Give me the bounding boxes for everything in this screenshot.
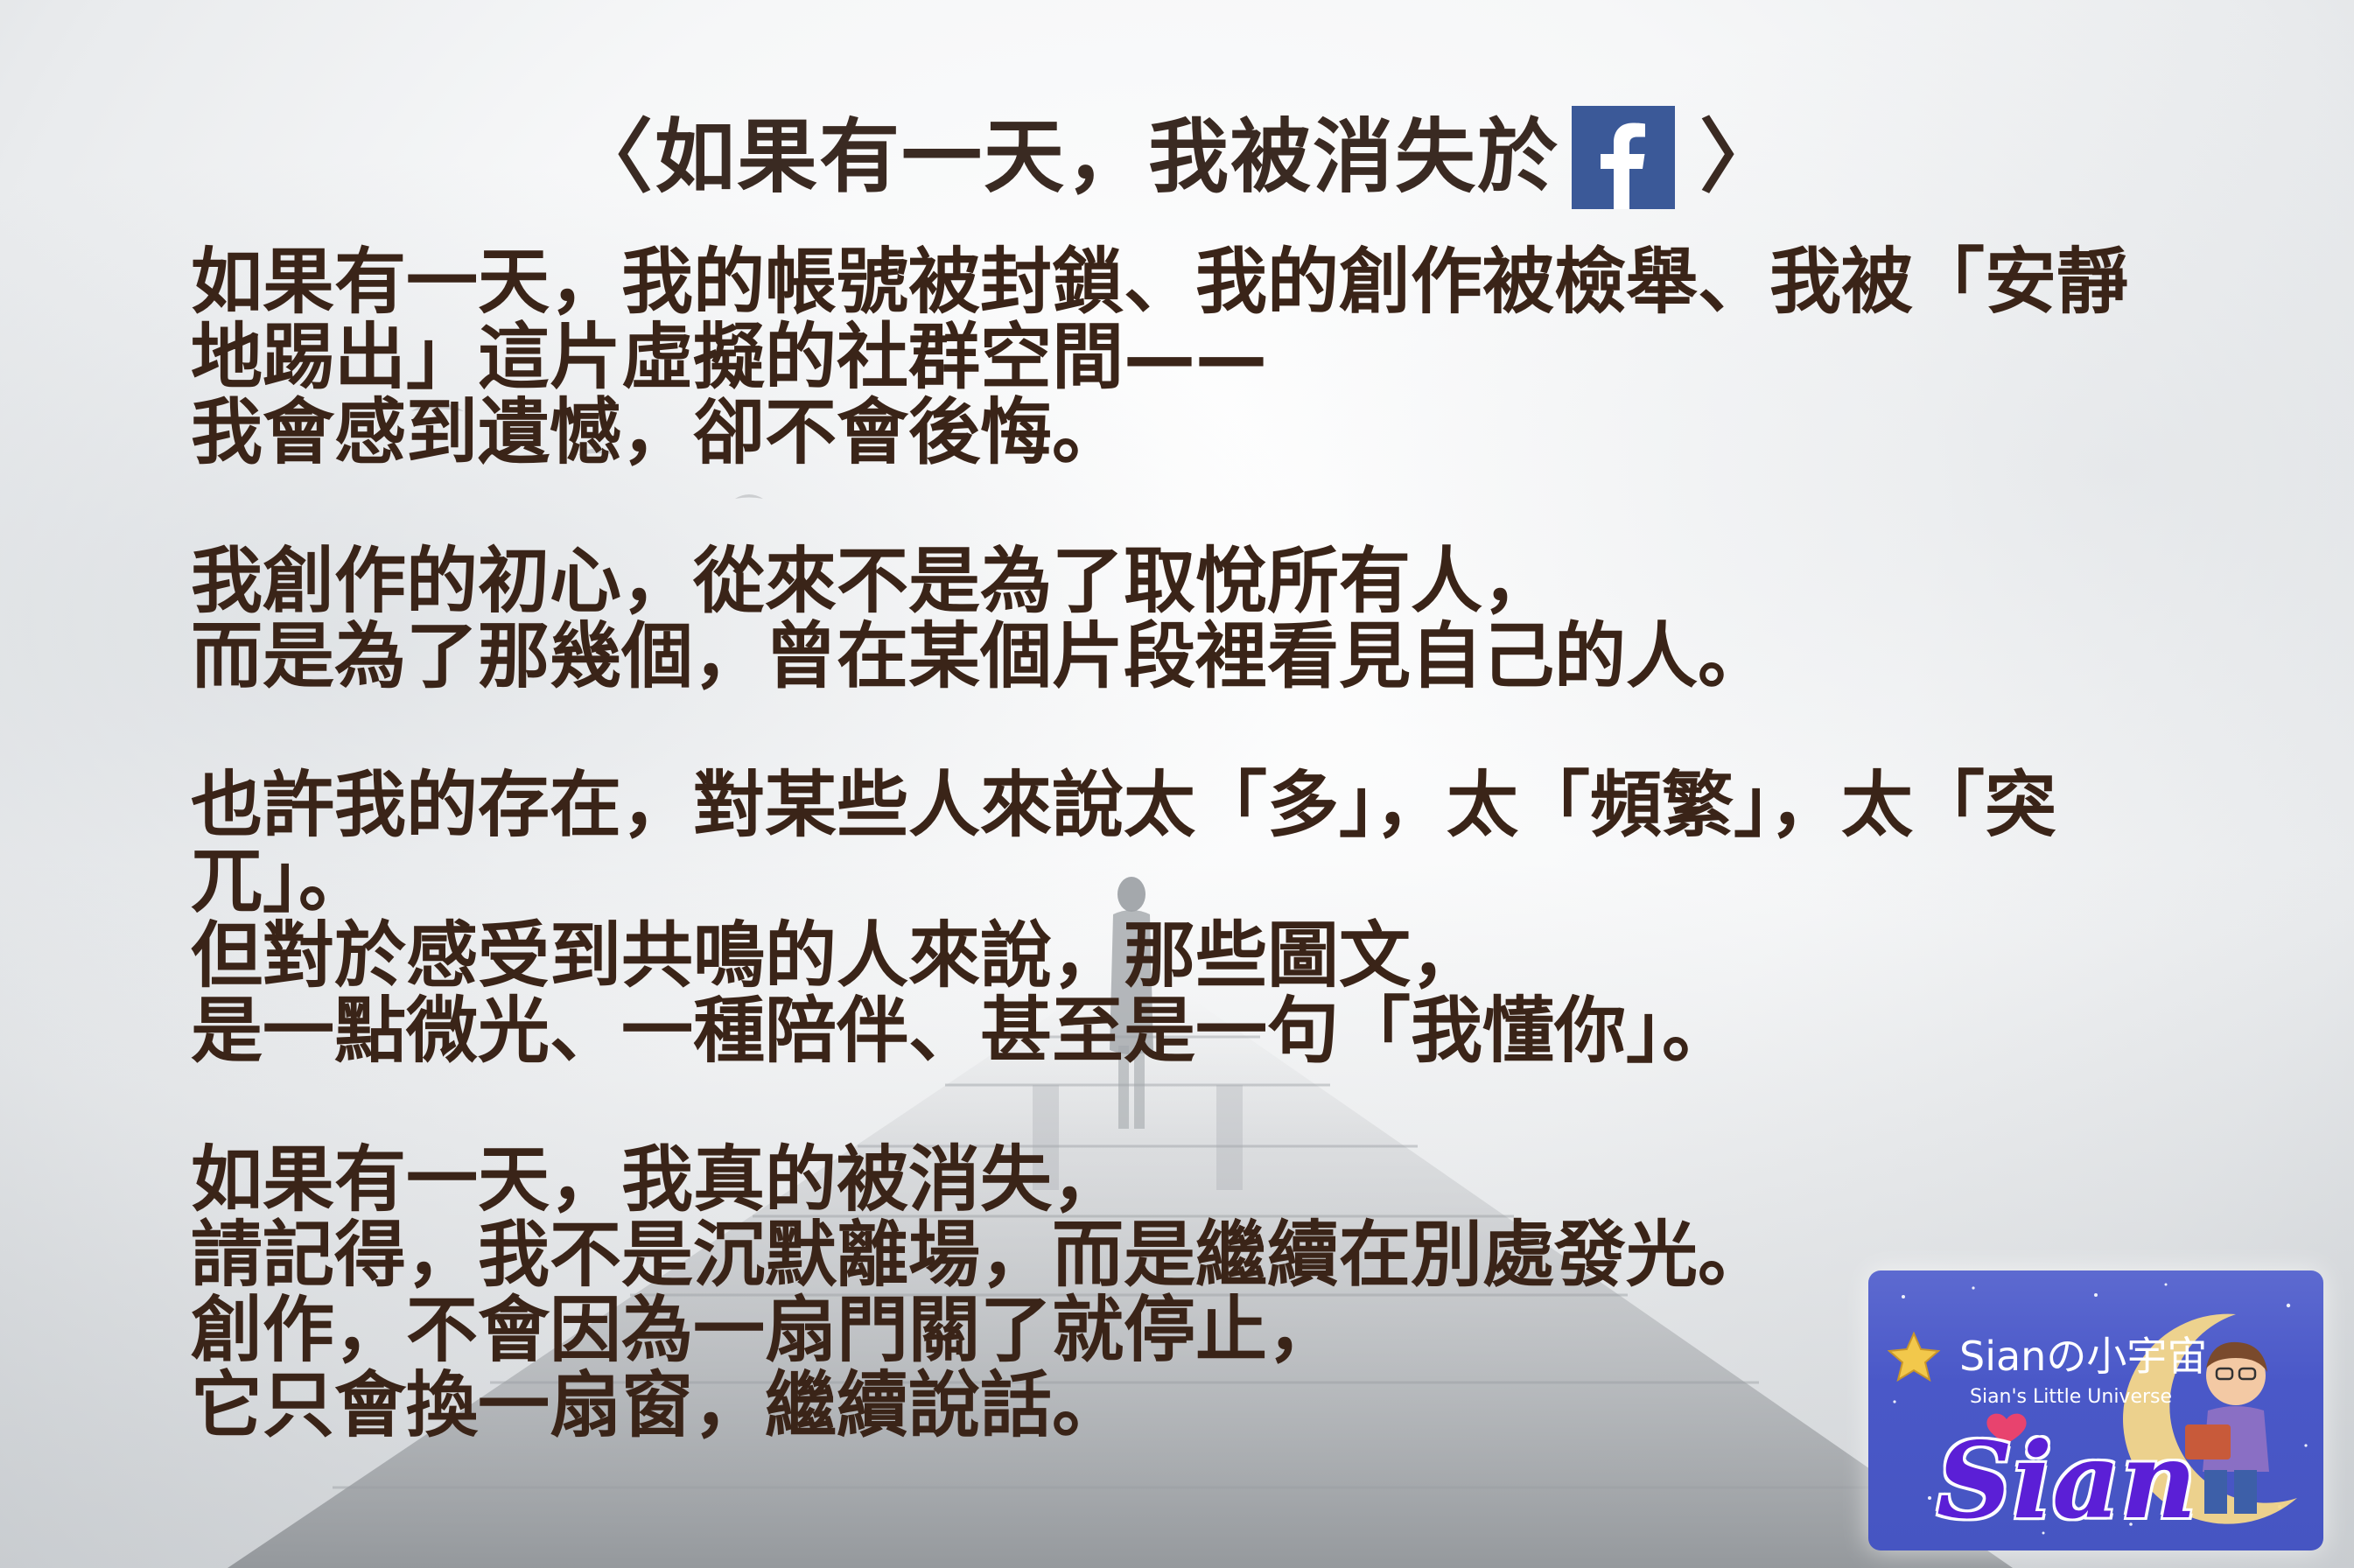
paragraph-1: 如果有一天，我的帳號被封鎖、我的創作被檢舉、我被「安靜 地踢出」這片虛擬的社群空… bbox=[191, 245, 2203, 471]
brand-logo: Sianの小宇宙 Sian's Little Universe Sian bbox=[1868, 1270, 2323, 1550]
text-line: 兀」。 bbox=[191, 839, 371, 922]
text-line: 也許我的存在，對某些人來說太「多」，太「頻繁」，太「突 bbox=[191, 764, 2057, 847]
text-line: 我會感到遺憾，卻不會後悔。 bbox=[191, 391, 1124, 474]
text-line: 是一點微光、一種陪伴、甚至是一句「我懂你」。 bbox=[191, 990, 1734, 1073]
star-icon bbox=[1887, 1331, 1941, 1382]
text-line: 如果有一天，我真的被消失， bbox=[191, 1138, 1124, 1222]
title-close-bracket: 〉 bbox=[1699, 110, 1783, 204]
text-line: 地踢出」這片虛擬的社群空間—— bbox=[191, 316, 1268, 399]
text-line: 如果有一天，我的帳號被封鎖、我的創作被檢舉、我被「安靜 bbox=[191, 241, 2129, 324]
paragraph-3: 也許我的存在，對某些人來說太「多」，太「頻繁」，太「突 兀」。 但對於感受到共鳴… bbox=[191, 768, 2203, 1069]
page-title: 〈如果有一天，我被消失於 〉 bbox=[0, 105, 2354, 214]
facebook-icon bbox=[1572, 105, 1675, 209]
text-line: 而是為了那幾個，曾在某個片段裡看見自己的人。 bbox=[191, 615, 1770, 698]
text-line: 但對於感受到共鳴的人來說，那些圖文， bbox=[191, 914, 1483, 998]
logo-subtitle: Sian's Little Universe bbox=[1970, 1386, 2173, 1408]
title-text: 〈如果有一天，我被消失於 bbox=[571, 110, 1559, 204]
text-line: 我創作的初心，從來不是為了取悅所有人， bbox=[191, 540, 1555, 623]
paragraph-2: 我創作的初心，從來不是為了取悅所有人， 而是為了那幾個，曾在某個片段裡看見自己的… bbox=[191, 544, 2203, 695]
logo-title: Sianの小宇宙 bbox=[1959, 1333, 2208, 1380]
logo-signature: Sian bbox=[1937, 1419, 2197, 1543]
